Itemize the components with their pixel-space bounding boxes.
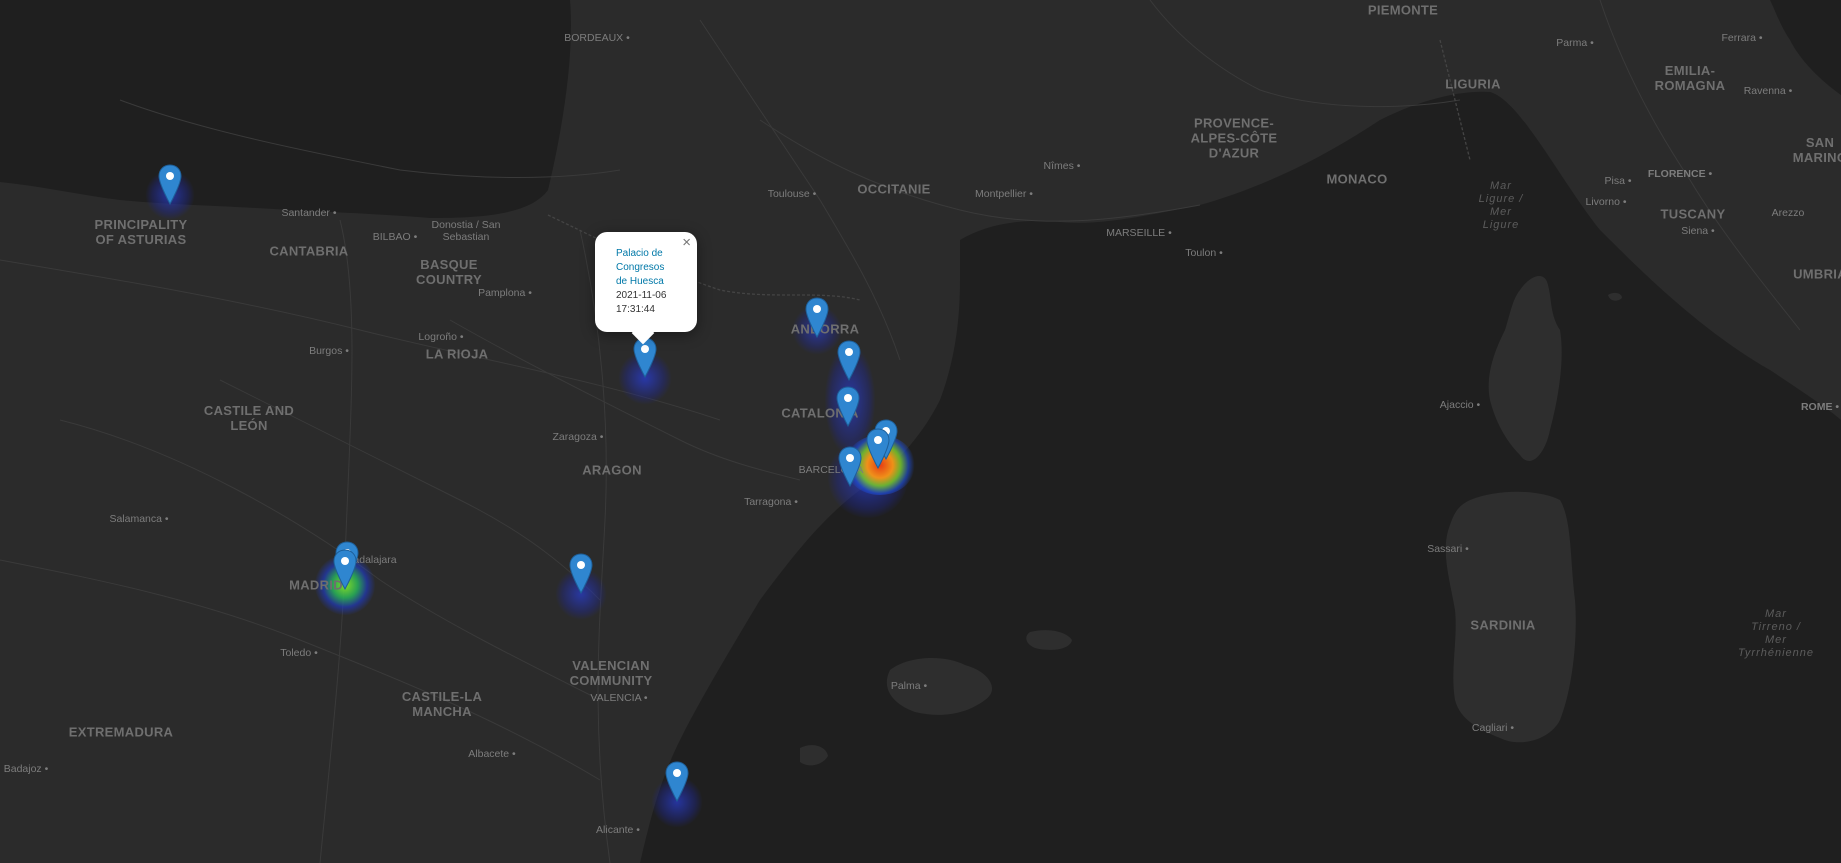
map-pin-icon [158,164,182,205]
map-pin-icon [836,386,860,427]
map-view[interactable]: PRINCIPALITY OF ASTURIAS CANTABRIA BASQUE… [0,0,1841,863]
map-marker-asturias[interactable] [158,164,183,205]
popup-venue: Palacio de Congresos de Huesca [616,247,676,289]
map-pin-icon [866,428,890,469]
map-marker-catalonia-1[interactable] [837,340,862,381]
sardinia-island [1445,491,1576,743]
map-marker-andorra[interactable] [805,297,830,338]
popup-close-button[interactable]: × [682,235,691,251]
map-pin-icon [665,761,689,802]
adriatic-sea [1770,0,1841,95]
popup-venue-line: Palacio de [616,248,663,259]
map-marker-catalonia-2[interactable] [836,386,861,427]
map-pin-icon [805,297,829,338]
marker-popup: × Palacio de Congresos de Huesca 2021-11… [595,232,697,345]
map-marker-barcelona-3[interactable] [838,446,863,487]
map-pin-icon [633,337,657,378]
popup-time: 17:31:44 [616,304,655,315]
map-marker-barcelona-2[interactable] [866,428,891,469]
map-marker-madrid-2[interactable] [333,549,358,590]
map-pin-icon [569,553,593,594]
map-marker-teruel[interactable] [569,553,594,594]
map-pin-icon [837,340,861,381]
popup-venue-line: de Huesca [616,276,664,287]
map-pin-icon [333,549,357,590]
bay-of-biscay [0,0,571,218]
popup-content: Palacio de Congresos de Huesca 2021-11-0… [616,247,676,317]
popup-date: 2021-11-06 [616,290,667,301]
map-pin-icon [838,446,862,487]
map-marker-huesca[interactable] [633,337,658,378]
popup-venue-line: Congresos [616,262,665,273]
map-marker-alicante[interactable] [665,761,690,802]
map-base-layer [0,0,1841,863]
